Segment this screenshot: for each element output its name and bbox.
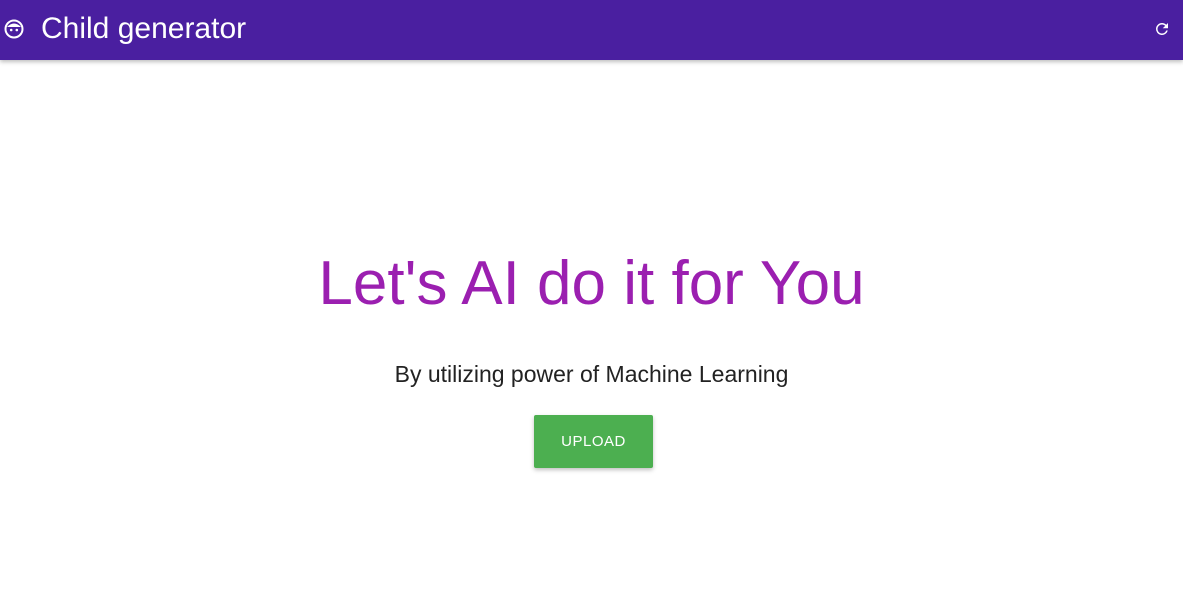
hero-title: Let's AI do it for You [318, 249, 865, 318]
hero-subtitle: By utilizing power of Machine Learning [394, 361, 789, 387]
refresh-button[interactable] [1151, 18, 1173, 40]
refresh-icon [1155, 22, 1168, 35]
upload-button[interactable]: UPLOAD [534, 415, 653, 468]
app-bar: Child generator [0, 0, 1183, 60]
baby-face-icon [4, 19, 24, 39]
app-title: Child generator [41, 12, 247, 45]
